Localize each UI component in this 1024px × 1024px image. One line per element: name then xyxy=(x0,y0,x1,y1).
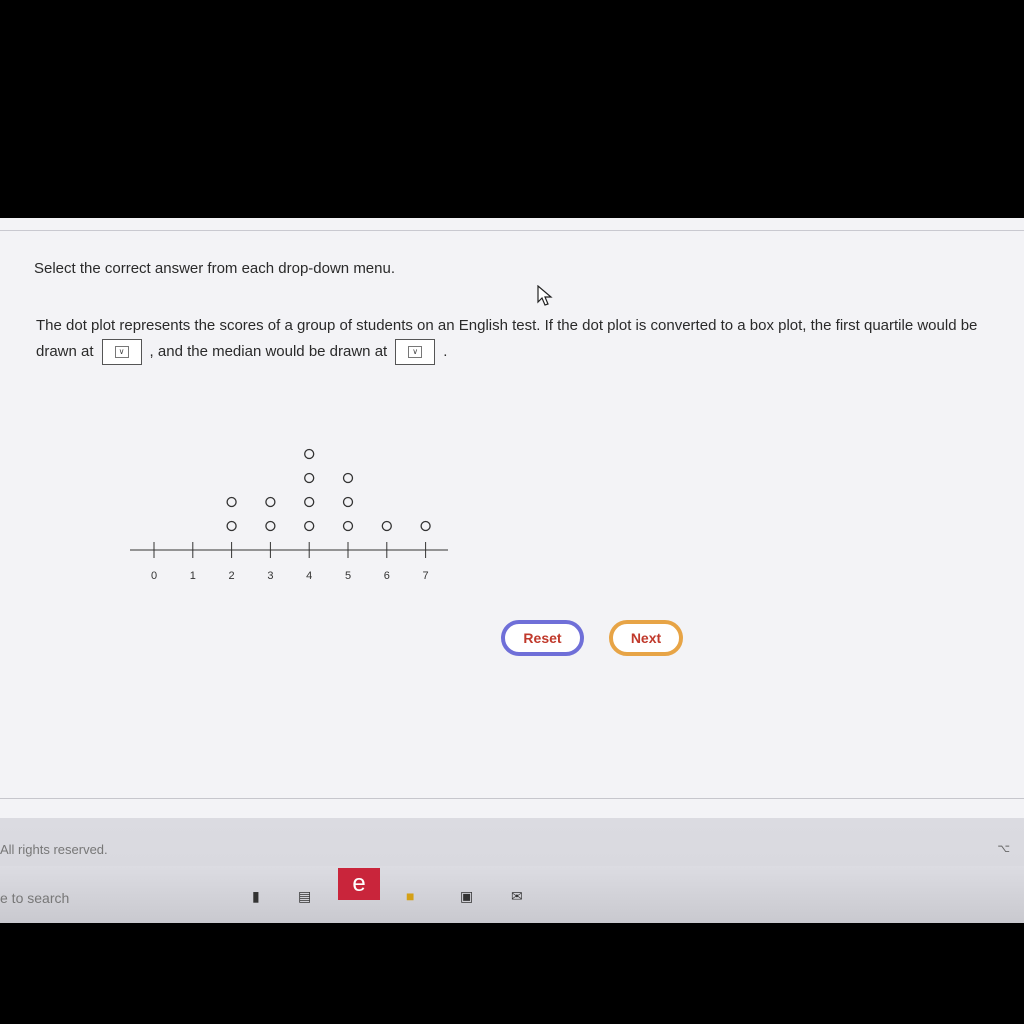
next-button[interactable]: Next xyxy=(609,620,683,656)
x-tick-label: 5 xyxy=(345,570,351,580)
store-icon[interactable]: ▣ xyxy=(460,888,473,905)
dot-plot: 0 1 2 3 4 5 6 7 xyxy=(130,448,448,580)
dot-point xyxy=(342,520,354,532)
taskbar-search[interactable]: e to search xyxy=(0,890,69,906)
dot-point xyxy=(342,472,354,484)
question-median-text: , and the median would be drawn at xyxy=(149,343,388,360)
footer-rights: All rights reserved. xyxy=(0,842,108,857)
edge-browser-icon[interactable]: e xyxy=(338,868,380,900)
mouse-cursor-icon xyxy=(537,285,553,306)
question-line-2: drawn at ∨ , and the median would be dra… xyxy=(36,339,1024,365)
taskbar: e to search ▮ ▤ e ■ ▣ ✉ xyxy=(0,866,1024,923)
microphone-icon[interactable]: ▮ xyxy=(252,888,260,905)
instruction-text: Select the correct answer from each drop… xyxy=(34,260,396,277)
question-drawn-at: drawn at xyxy=(36,343,94,360)
mail-icon[interactable]: ✉ xyxy=(511,888,523,905)
dot-point xyxy=(381,520,392,532)
dot-point xyxy=(304,496,315,508)
page-divider xyxy=(0,798,1024,799)
x-tick-label: 1 xyxy=(190,570,196,580)
dot-point xyxy=(226,520,237,532)
dot-point xyxy=(342,496,354,508)
file-explorer-icon[interactable]: ■ xyxy=(406,888,414,904)
dot-point xyxy=(265,496,276,508)
header-divider xyxy=(0,230,1024,231)
dot-point xyxy=(304,472,315,484)
question-page: Select the correct answer from each drop… xyxy=(0,218,1024,818)
network-icon: ⌥ xyxy=(997,843,1010,855)
chevron-down-icon: ∨ xyxy=(114,346,129,358)
question-end-period: . xyxy=(443,343,448,360)
x-tick-label: 3 xyxy=(267,570,273,580)
chevron-down-icon: ∨ xyxy=(408,346,423,358)
dot-point xyxy=(304,448,315,460)
x-tick-label: 6 xyxy=(384,570,390,580)
task-view-icon[interactable]: ▤ xyxy=(298,888,311,905)
x-tick-label: 2 xyxy=(229,570,235,580)
question-line-1: The dot plot represents the scores of a … xyxy=(36,317,978,334)
dot-point xyxy=(420,520,431,532)
median-dropdown[interactable]: ∨ xyxy=(395,339,436,365)
reset-button[interactable]: Reset xyxy=(501,620,584,656)
screen: Select the correct answer from each drop… xyxy=(0,218,1024,923)
x-tick-label: 4 xyxy=(306,570,312,580)
dot-point xyxy=(304,520,315,532)
first-quartile-dropdown[interactable]: ∨ xyxy=(101,339,142,365)
x-tick-label: 0 xyxy=(151,570,157,580)
x-tick-label: 7 xyxy=(423,570,429,580)
question-text: The dot plot represents the scores of a … xyxy=(36,313,1024,365)
dot-point xyxy=(265,520,276,532)
dot-point xyxy=(226,496,237,508)
